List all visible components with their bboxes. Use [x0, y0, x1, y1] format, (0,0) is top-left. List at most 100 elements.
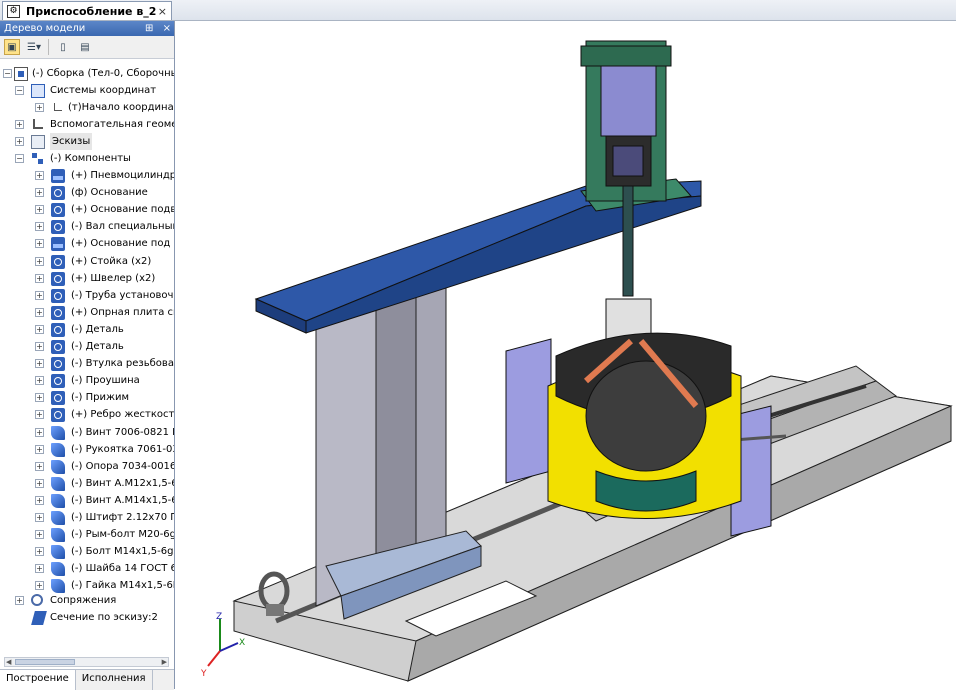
expand-toggle-icon[interactable]: +: [35, 342, 44, 351]
tree-node-label: (-) Винт А.М14х1,5-6gх: [71, 494, 174, 506]
expand-toggle-icon[interactable]: +: [35, 513, 44, 522]
expand-toggle-icon[interactable]: +: [15, 596, 24, 605]
tree-node-component[interactable]: + (+) Пневмоцилиндр: [0, 167, 174, 184]
scroll-right-icon[interactable]: ▶: [162, 658, 167, 666]
document-tab[interactable]: ⚙ Приспособление в_2 ×: [2, 1, 172, 20]
expand-toggle-icon[interactable]: +: [35, 222, 44, 232]
tree-node-component[interactable]: + (-) Штифт 2.12х70 ГОС: [0, 509, 174, 526]
tree-node-component[interactable]: + (-) Винт А.М14х1,5-6gх: [0, 492, 174, 509]
panel-toolbar: ▣ ☰▾ ▯ ▤: [0, 36, 174, 59]
expand-toggle-icon[interactable]: +: [35, 376, 44, 386]
part-icon: [51, 254, 65, 269]
tree-node-section[interactable]: Сечение по эскизу:2: [0, 609, 174, 626]
expand-toggle-icon[interactable]: +: [35, 427, 44, 437]
tree-node-aux-geometry[interactable]: + Вспомогательная геометри: [0, 116, 174, 133]
expand-toggle-icon[interactable]: +: [35, 324, 44, 334]
tree-node-coord-systems[interactable]: − Системы координат: [0, 82, 174, 99]
tab-build[interactable]: Построение: [0, 670, 76, 690]
tree-node-component[interactable]: + (+) Основание под пне: [0, 235, 174, 252]
expand-toggle-icon[interactable]: +: [15, 137, 24, 146]
expand-toggle-icon[interactable]: −: [15, 154, 24, 163]
tree-node-component[interactable]: + (-) Опора 7034-0016 ГС: [0, 458, 174, 475]
tree-view-mode-icon[interactable]: ☰▾: [26, 39, 42, 55]
expand-toggle-icon[interactable]: +: [35, 290, 44, 300]
expand-toggle-icon[interactable]: +: [35, 359, 44, 369]
tree-node-root[interactable]: − (-) Сборка (Тел-0, Сборочных е: [0, 65, 174, 82]
expand-toggle-icon[interactable]: +: [35, 273, 44, 283]
expand-toggle-icon[interactable]: +: [35, 307, 44, 317]
tree-node-label: (+) Опрная плита специ: [71, 306, 174, 318]
tree-node-component[interactable]: + (-) Рукоятка 7061-033: [0, 441, 174, 458]
expand-toggle-icon[interactable]: +: [15, 120, 24, 129]
expand-toggle-icon[interactable]: +: [35, 171, 44, 180]
tab-variants[interactable]: Исполнения: [76, 670, 153, 690]
expand-toggle-icon[interactable]: +: [35, 530, 44, 540]
tree-node-component[interactable]: + (+) Основание подвиж: [0, 201, 174, 218]
expand-toggle-icon[interactable]: +: [35, 581, 44, 591]
tree-node-component[interactable]: + (+) Ребро жесткости: [0, 406, 174, 423]
expand-toggle-icon[interactable]: +: [35, 547, 44, 557]
assembly-icon: [14, 67, 28, 81]
expand-toggle-icon[interactable]: +: [35, 239, 44, 249]
expand-toggle-icon[interactable]: +: [35, 564, 44, 574]
tree-node-component[interactable]: + (-) Рым-болт М20-6g ГС: [0, 526, 174, 543]
tree-node-component[interactable]: + (-) Вал специальный: [0, 218, 174, 235]
mates-icon: [31, 594, 43, 606]
part-icon: [51, 374, 65, 389]
tree-node-component[interactable]: + (-) Втулка резьбовая: [0, 355, 174, 372]
properties-icon[interactable]: ▤: [77, 39, 93, 55]
horizontal-scrollbar[interactable]: ◀ ▶: [4, 657, 169, 667]
standard-part-icon: [51, 425, 65, 440]
tree-node-component[interactable]: + (-) Прижим: [0, 389, 174, 406]
tree-node-component[interactable]: + (-) Проушина: [0, 372, 174, 389]
tree-node-component[interactable]: + (-) Труба установочна:: [0, 287, 174, 304]
tree-node-component[interactable]: + (-) Шайба 14 ГОСТ 64(: [0, 560, 174, 577]
tree-node-component[interactable]: + (ф) Основание: [0, 184, 174, 201]
tree-node-label: Эскизы: [50, 133, 93, 150]
tree-node-component[interactable]: + (-) Деталь: [0, 321, 174, 338]
model-tree-panel: Дерево модели ⊞ × ▣ ☰▾ ▯ ▤ − (-) Сборка …: [0, 21, 175, 690]
tree-node-component[interactable]: + (-) Винт 7006-0821 К7 I: [0, 424, 174, 441]
tree-node-label: (-) Рым-болт М20-6g ГС: [71, 529, 174, 541]
expand-toggle-icon[interactable]: +: [35, 393, 44, 403]
tree-node-sketches[interactable]: + Эскизы: [0, 133, 174, 150]
document-icon[interactable]: ▯: [55, 39, 71, 55]
tree-node-components[interactable]: − (-) Компоненты: [0, 150, 174, 167]
close-icon[interactable]: ×: [158, 5, 167, 18]
tree-node-label: (+) Основание под пне: [71, 238, 174, 250]
scrollbar-thumb[interactable]: [15, 659, 75, 665]
coordinate-system-icon: [31, 84, 45, 98]
expand-toggle-icon[interactable]: −: [15, 86, 24, 95]
scroll-left-icon[interactable]: ◀: [6, 658, 11, 666]
expand-toggle-icon[interactable]: +: [35, 205, 44, 215]
standard-part-icon: [51, 442, 65, 457]
expand-toggle-icon[interactable]: +: [35, 444, 44, 454]
pin-icon[interactable]: ⊞: [145, 23, 153, 34]
tree-node-component[interactable]: + (+) Опрная плита специ: [0, 304, 174, 321]
expand-toggle-icon[interactable]: +: [35, 103, 44, 112]
panel-close-icon[interactable]: ×: [163, 23, 171, 34]
tree-node-component[interactable]: + (+) Швелер (x2): [0, 270, 174, 287]
tree-node-component[interactable]: + (-) Деталь: [0, 338, 174, 355]
expand-toggle-icon[interactable]: +: [35, 256, 44, 266]
3d-viewport[interactable]: Z Y X: [176, 21, 956, 689]
expand-toggle-icon[interactable]: +: [35, 410, 44, 420]
part-icon: [51, 357, 65, 372]
tree-node-origin[interactable]: + (т)Начало координат: [0, 99, 174, 116]
expand-toggle-icon[interactable]: −: [3, 69, 12, 78]
tree-node-component[interactable]: + (-) Винт А.М12х1,5-6gх: [0, 475, 174, 492]
expand-toggle-icon[interactable]: +: [35, 478, 44, 488]
standard-part-icon: [51, 459, 65, 474]
tree-node-label: Системы координат: [50, 85, 157, 96]
expand-toggle-icon[interactable]: +: [35, 495, 44, 505]
document-tab-bar: ⚙ Приспособление в_2 ×: [0, 0, 956, 21]
tree-node-mates[interactable]: + Сопряжения: [0, 592, 174, 609]
tree-node-label: (-) Деталь: [71, 323, 124, 335]
tree-node-label: (-) Рукоятка 7061-033: [71, 443, 174, 455]
tree-node-component[interactable]: + (-) Болт М14х1,5-6gх7(: [0, 543, 174, 560]
expand-toggle-icon[interactable]: +: [35, 188, 44, 198]
expand-toggle-icon[interactable]: +: [35, 461, 44, 471]
tree-node-component[interactable]: + (+) Стойка (x2): [0, 253, 174, 270]
tree-structure-icon[interactable]: ▣: [4, 39, 20, 55]
tree-node-label: Сечение по эскизу:2: [50, 612, 158, 623]
